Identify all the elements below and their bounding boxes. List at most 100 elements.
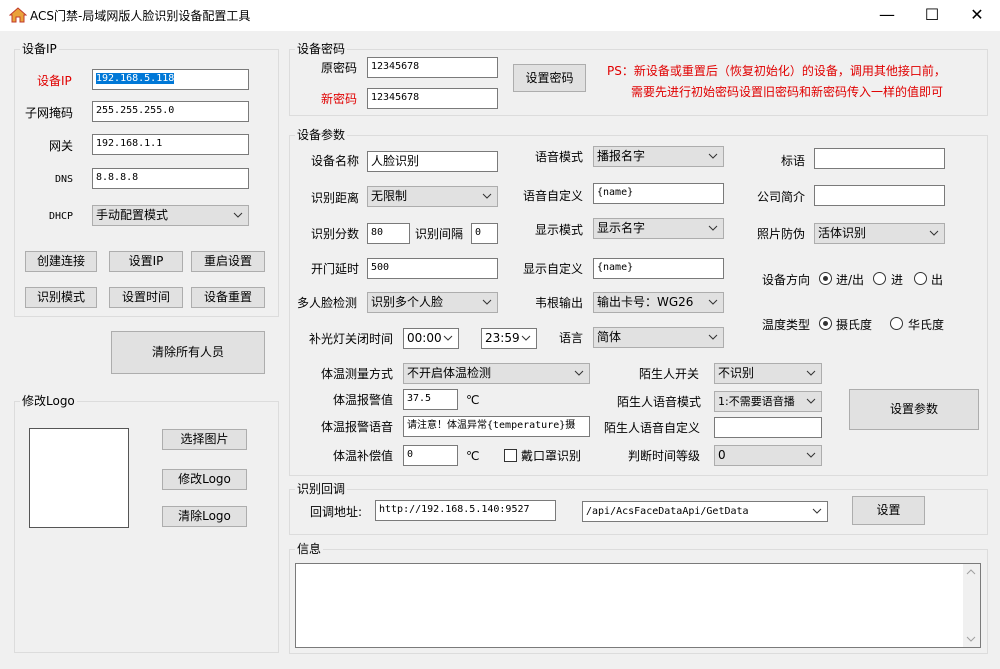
set-params-button[interactable]: 设置参数 <box>849 389 979 430</box>
callback-path-select[interactable]: /api/AcsFaceDataApi/GetData <box>582 501 828 522</box>
fill-light-label: 补光灯关闭时间 <box>309 332 394 346</box>
display-mode-select[interactable]: 显示名字 <box>593 218 724 239</box>
password-note-line1: PS：新设备或重置后（恢复初始化）的设备，调用其他接口前， <box>607 64 946 78</box>
celsius-radio[interactable] <box>819 317 832 330</box>
gateway-input[interactable]: 192.168.1.1 <box>92 134 249 155</box>
multi-face-select[interactable]: 识别多个人脸 <box>367 292 498 313</box>
create-connection-button[interactable]: 创建连接 <box>25 251 97 272</box>
anti-photo-select[interactable]: 活体识别 <box>814 223 945 244</box>
chevron-down-icon <box>929 230 939 236</box>
window-title: ACS门禁-局域网版人脸识别设备配置工具 <box>30 9 251 23</box>
ip-group-title: 设备IP <box>20 42 59 56</box>
temp-alarm-input[interactable]: 37.5 <box>403 389 458 410</box>
dhcp-label: DHCP <box>49 211 74 222</box>
stranger-voice-mode-select[interactable]: 1:不需要语音播 <box>714 391 822 412</box>
judge-level-select[interactable]: 0 <box>714 445 822 466</box>
temp-alarm-label: 体温报警值 <box>333 393 394 407</box>
minimize-button[interactable]: — <box>864 0 910 31</box>
subnet-input[interactable]: 255.255.255.0 <box>92 101 249 122</box>
maximize-button[interactable]: ☐ <box>909 0 955 31</box>
title-bar: ACS门禁-局域网版人脸识别设备配置工具 — ☐ ✕ <box>0 0 1000 31</box>
info-textarea[interactable] <box>295 563 981 648</box>
logo-group-title: 修改Logo <box>20 394 77 408</box>
select-image-button[interactable]: 选择图片 <box>162 429 247 450</box>
distance-select[interactable]: 无限制 <box>367 186 498 207</box>
wiegand-label: 韦根输出 <box>535 296 584 310</box>
fahrenheit-radio[interactable] <box>890 317 903 330</box>
device-reset-button[interactable]: 设备重置 <box>191 287 265 308</box>
chevron-down-icon <box>233 212 243 218</box>
temp-type-label: 温度类型 <box>762 318 811 332</box>
chevron-down-icon <box>806 452 816 458</box>
chevron-down-icon <box>708 225 718 231</box>
password-note-line2: 需要先进行初始密码设置旧密码和新密码传入一样的值即可 <box>631 85 944 99</box>
params-group-title: 设备参数 <box>295 128 348 142</box>
dhcp-select[interactable]: 手动配置模式 <box>92 205 249 226</box>
clear-all-people-button[interactable]: 清除所有人员 <box>111 331 265 374</box>
device-name-input[interactable]: 人脸识别 <box>367 151 498 172</box>
dns-input[interactable]: 8.8.8.8 <box>92 168 249 189</box>
fill-light-start-select[interactable]: 00:00 <box>403 328 459 349</box>
mask-checkbox[interactable] <box>504 449 517 462</box>
chevron-down-icon <box>521 335 531 341</box>
voice-custom-input[interactable]: {name} <box>593 183 724 204</box>
callback-set-button[interactable]: 设置 <box>852 496 925 525</box>
temp-comp-input[interactable]: 0 <box>403 445 458 466</box>
chevron-down-icon <box>574 370 584 376</box>
slogan-input[interactable] <box>814 148 945 169</box>
temp-method-select[interactable]: 不开启体温检测 <box>403 363 590 384</box>
slogan-label: 标语 <box>781 154 806 168</box>
info-scrollbar[interactable] <box>963 564 980 647</box>
subnet-label: 子网掩码 <box>25 106 74 120</box>
language-select[interactable]: 简体 <box>593 327 724 348</box>
voice-custom-label: 语音自定义 <box>523 189 584 203</box>
recognition-mode-button[interactable]: 识别模式 <box>25 287 97 308</box>
new-password-input[interactable]: 12345678 <box>367 88 498 109</box>
clear-logo-button[interactable]: 清除Logo <box>162 506 247 527</box>
temp-comp-label: 体温补偿值 <box>333 449 394 463</box>
temp-method-label: 体温测量方式 <box>321 367 394 381</box>
score-label: 识别分数 <box>311 227 360 241</box>
close-button[interactable]: ✕ <box>954 0 1000 31</box>
language-label: 语言 <box>559 331 584 345</box>
company-label: 公司简介 <box>757 190 806 204</box>
direction-label: 设备方向 <box>762 273 811 287</box>
temp-alarm-voice-label: 体温报警语音 <box>321 420 394 434</box>
direction-inout-radio[interactable] <box>819 272 832 285</box>
anti-photo-label: 照片防伪 <box>757 227 806 241</box>
direction-out-radio[interactable] <box>914 272 927 285</box>
direction-in-label: 进 <box>891 273 904 287</box>
device-ip-input[interactable]: 192.168.5.118 <box>92 69 249 90</box>
voice-mode-select[interactable]: 播报名字 <box>593 146 724 167</box>
old-password-label: 原密码 <box>321 61 358 75</box>
set-time-button[interactable]: 设置时间 <box>109 287 183 308</box>
interval-input[interactable]: 0 <box>471 223 498 244</box>
device-name-label: 设备名称 <box>311 154 360 168</box>
chevron-down-icon <box>708 299 718 305</box>
display-custom-label: 显示自定义 <box>523 262 584 276</box>
score-input[interactable]: 80 <box>367 223 410 244</box>
company-input[interactable] <box>814 185 945 206</box>
fill-light-end-select[interactable]: 23:59 <box>481 328 537 349</box>
temp-alarm-voice-input[interactable]: 请注意！体温异常{temperature}摄 <box>403 416 590 437</box>
display-custom-input[interactable]: {name} <box>593 258 724 279</box>
wiegand-select[interactable]: 输出卡号：WG26 <box>593 292 724 313</box>
set-password-button[interactable]: 设置密码 <box>513 64 586 92</box>
info-group-title: 信息 <box>295 542 324 556</box>
password-group-title: 设备密码 <box>295 42 348 56</box>
stranger-switch-select[interactable]: 不识别 <box>714 363 822 384</box>
old-password-input[interactable]: 12345678 <box>367 57 498 78</box>
chevron-down-icon <box>806 370 816 376</box>
chevron-down-icon[interactable] <box>966 634 976 644</box>
callback-url-input[interactable]: http://192.168.5.140:9527 <box>375 500 556 521</box>
restart-settings-button[interactable]: 重启设置 <box>191 251 265 272</box>
chevron-up-icon[interactable] <box>966 567 976 577</box>
stranger-voice-custom-label: 陌生人语音自定义 <box>604 421 701 435</box>
direction-in-radio[interactable] <box>873 272 886 285</box>
chevron-down-icon <box>482 299 492 305</box>
door-delay-input[interactable]: 500 <box>367 258 498 279</box>
stranger-voice-custom-input[interactable] <box>714 417 822 438</box>
modify-logo-button[interactable]: 修改Logo <box>162 469 247 490</box>
set-ip-button[interactable]: 设置IP <box>109 251 183 272</box>
new-password-label: 新密码 <box>321 92 358 106</box>
